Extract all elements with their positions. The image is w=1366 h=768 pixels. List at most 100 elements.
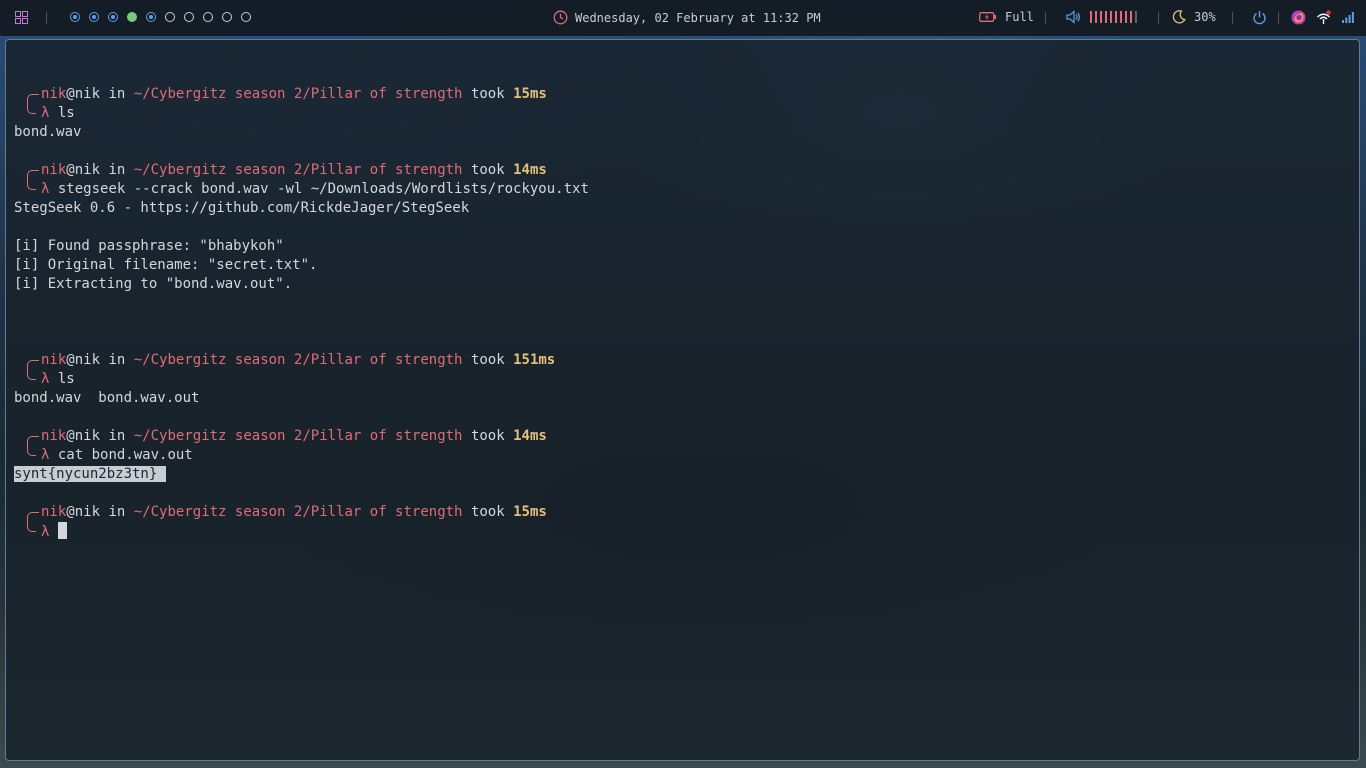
prompt-host: nik — [74, 428, 101, 444]
prompt-took: took — [470, 352, 505, 368]
battery-label: Full — [1005, 10, 1034, 24]
prompt-path: ~/Cybergitz season 2/Pillar of strength — [133, 428, 463, 444]
prompt-at: @ — [66, 162, 75, 178]
prompt-in: in — [108, 162, 126, 178]
command-line: λ ls — [14, 98, 1344, 123]
firefox-icon[interactable] — [1291, 10, 1306, 25]
prompt-path: ~/Cybergitz season 2/Pillar of strength — [133, 162, 463, 178]
bar-separator — [1278, 12, 1279, 24]
prompt-in: in — [108, 504, 126, 520]
selected-output-text: synt{nycun2bz3tn} — [14, 466, 166, 482]
prompt-duration: 151ms — [513, 352, 556, 368]
brightness-control[interactable]: 30% — [1172, 10, 1216, 24]
prompt-duration: 14ms — [513, 428, 547, 444]
speaker-icon — [1066, 10, 1080, 24]
command-text: cat bond.wav.out — [57, 447, 193, 463]
workspace-2[interactable] — [89, 12, 99, 22]
battery-charging-icon — [979, 12, 997, 22]
volume-bar-segment — [1105, 11, 1107, 23]
prompt-user: nik — [41, 162, 67, 178]
workspace-1[interactable] — [70, 12, 80, 22]
output-line: bond.wav bond.wav.out — [14, 390, 200, 406]
prompt-took: took — [470, 86, 505, 102]
prompt-path: ~/Cybergitz season 2/Pillar of strength — [133, 352, 463, 368]
prompt-line: nik@nik in ~/Cybergitz season 2/Pillar o… — [14, 85, 1344, 109]
workspace-7[interactable] — [184, 12, 194, 22]
prompt-corner-bottom — [27, 440, 36, 456]
volume-bar-segment — [1130, 11, 1132, 23]
volume-level-bars[interactable] — [1090, 11, 1137, 23]
terminal-window[interactable]: nik@nik in ~/Cybergitz season 2/Pillar o… — [5, 39, 1360, 761]
volume-bar-segment — [1090, 11, 1092, 23]
workspace-10[interactable] — [241, 12, 251, 22]
prompt-duration: 15ms — [513, 86, 547, 102]
command-line: λ cat bond.wav.out — [14, 440, 1344, 465]
terminal-output[interactable]: nik@nik in ~/Cybergitz season 2/Pillar o… — [14, 66, 1344, 541]
prompt-user: nik — [41, 86, 67, 102]
prompt-in: in — [108, 352, 126, 368]
brightness-label: 30% — [1194, 10, 1216, 24]
command-text: ls — [57, 105, 75, 121]
clock: Wednesday, 02 February at 11:32 PM — [553, 10, 821, 25]
volume-bar-segment — [1125, 11, 1127, 23]
prompt-lambda: λ — [41, 105, 50, 121]
prompt-host: nik — [74, 162, 101, 178]
command-line: λ ls — [14, 364, 1344, 389]
bar-separator — [1232, 12, 1233, 24]
output-line: [i] Found passphrase: "bhabykoh" — [14, 238, 284, 254]
volume-bar-segment — [1100, 11, 1102, 23]
workspace-4[interactable] — [127, 12, 137, 22]
output-line: synt{nycun2bz3tn} — [14, 465, 1344, 484]
workspace-indicators — [70, 12, 251, 22]
volume-control[interactable] — [1066, 10, 1137, 24]
prompt-user: nik — [41, 428, 67, 444]
command-text: ls — [57, 371, 75, 387]
terminal-cursor[interactable] — [57, 522, 67, 539]
volume-bar-segment — [1115, 11, 1117, 23]
prompt-path: ~/Cybergitz season 2/Pillar of strength — [133, 86, 463, 102]
workspace-3[interactable] — [108, 12, 118, 22]
battery-status[interactable]: Full — [979, 10, 1034, 24]
signal-icon[interactable] — [1342, 12, 1354, 23]
prompt-took: took — [470, 162, 505, 178]
power-icon[interactable] — [1252, 10, 1267, 25]
command-line: λ — [14, 516, 1344, 541]
prompt-line: nik@nik in ~/Cybergitz season 2/Pillar o… — [14, 161, 1344, 185]
prompt-line: nik@nik in ~/Cybergitz season 2/Pillar o… — [14, 351, 1344, 375]
volume-bar-segment — [1120, 11, 1122, 23]
prompt-lambda: λ — [41, 524, 50, 540]
prompt-took: took — [470, 428, 505, 444]
output-line: [i] Extracting to "bond.wav.out". — [14, 276, 293, 292]
moon-icon — [1172, 10, 1186, 24]
prompt-took: took — [470, 504, 505, 520]
prompt-lambda: λ — [41, 181, 50, 197]
workspace-8[interactable] — [203, 12, 213, 22]
prompt-path: ~/Cybergitz season 2/Pillar of strength — [133, 504, 463, 520]
prompt-host: nik — [74, 504, 101, 520]
prompt-lambda: λ — [41, 371, 50, 387]
clock-icon — [553, 10, 568, 25]
prompt-lambda: λ — [41, 447, 50, 463]
prompt-at: @ — [66, 352, 75, 368]
prompt-corner-bottom — [27, 98, 36, 114]
prompt-corner-bottom — [27, 174, 36, 190]
command-line: λ stegseek --crack bond.wav -wl ~/Downlo… — [14, 174, 1344, 199]
workspace-9[interactable] — [222, 12, 232, 22]
prompt-corner-bottom — [27, 364, 36, 380]
top-bar: Wednesday, 02 February at 11:32 PM Full — [0, 0, 1366, 36]
workspace-6[interactable] — [165, 12, 175, 22]
output-line: bond.wav — [14, 124, 82, 140]
prompt-at: @ — [66, 86, 75, 102]
grid-icon[interactable] — [15, 11, 28, 24]
command-text: stegseek --crack bond.wav -wl ~/Download… — [57, 181, 589, 197]
prompt-line: nik@nik in ~/Cybergitz season 2/Pillar o… — [14, 503, 1344, 527]
prompt-host: nik — [74, 86, 101, 102]
workspace-5[interactable] — [146, 12, 156, 22]
network-icon[interactable] — [1316, 10, 1331, 25]
